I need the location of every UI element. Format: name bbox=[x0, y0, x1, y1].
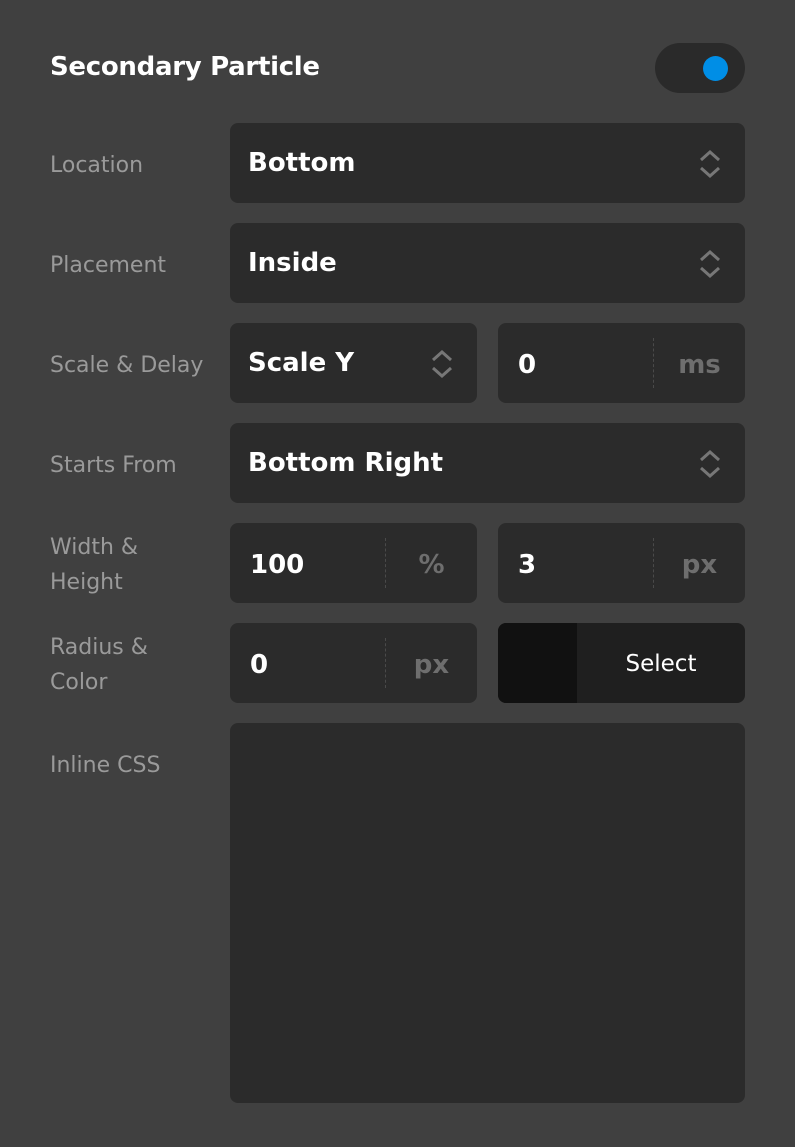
location-value: Bottom bbox=[248, 148, 356, 178]
color-picker-button[interactable]: Select bbox=[498, 623, 745, 703]
location-label: Location bbox=[50, 153, 144, 178]
radius-color-label-line2: Color bbox=[50, 670, 108, 695]
starts-from-select[interactable]: Bottom Right bbox=[230, 423, 745, 503]
radius-color-label-line1: Radius & bbox=[50, 635, 148, 660]
placement-label: Placement bbox=[50, 253, 167, 278]
height-unit: px bbox=[681, 550, 718, 580]
chevron-updown-icon bbox=[432, 349, 452, 379]
radius-input[interactable]: 0 px bbox=[230, 623, 477, 703]
delay-unit: ms bbox=[678, 350, 721, 380]
height-value: 3 bbox=[518, 550, 537, 580]
width-height-label-line2: Height bbox=[50, 570, 123, 595]
chevron-updown-icon bbox=[700, 249, 720, 279]
color-swatch bbox=[498, 623, 577, 703]
radius-unit: px bbox=[413, 650, 450, 680]
toggle-knob bbox=[703, 56, 728, 81]
width-height-label-line1: Width & bbox=[50, 535, 139, 560]
width-unit: % bbox=[418, 550, 445, 580]
color-select-label: Select bbox=[625, 651, 697, 677]
placement-select[interactable]: Inside bbox=[230, 223, 745, 303]
inline-css-textarea[interactable] bbox=[230, 723, 745, 1103]
starts-from-label: Starts From bbox=[50, 453, 177, 478]
width-value: 100 bbox=[250, 550, 305, 580]
scale-value: Scale Y bbox=[248, 348, 355, 378]
placement-value: Inside bbox=[248, 248, 337, 278]
inline-css-label: Inline CSS bbox=[50, 753, 161, 778]
delay-input[interactable]: 0 ms bbox=[498, 323, 745, 403]
chevron-updown-icon bbox=[700, 449, 720, 479]
delay-value: 0 bbox=[518, 350, 537, 380]
secondary-particle-toggle[interactable] bbox=[655, 43, 745, 93]
scale-select[interactable]: Scale Y bbox=[230, 323, 477, 403]
width-height-label: Width & Height bbox=[50, 530, 138, 600]
radius-color-label: Radius & Color bbox=[50, 630, 148, 700]
location-select[interactable]: Bottom bbox=[230, 123, 745, 203]
width-input[interactable]: 100 % bbox=[230, 523, 477, 603]
scale-delay-label: Scale & Delay bbox=[50, 353, 204, 378]
chevron-updown-icon bbox=[700, 149, 720, 179]
starts-from-value: Bottom Right bbox=[248, 448, 444, 478]
radius-value: 0 bbox=[250, 650, 269, 680]
section-title: Secondary Particle bbox=[50, 52, 320, 82]
height-input[interactable]: 3 px bbox=[498, 523, 745, 603]
